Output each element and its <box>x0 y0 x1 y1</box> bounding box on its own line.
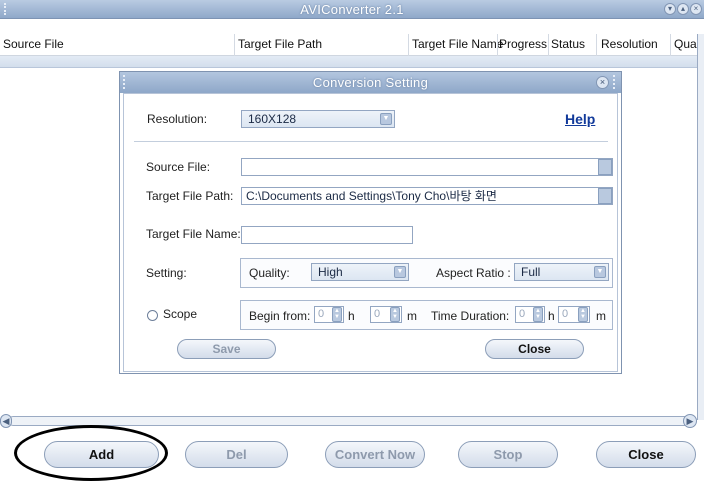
setting-label: Setting: <box>146 266 187 280</box>
minute-unit: m <box>596 309 606 323</box>
setting-group: Quality: High ▼ Aspect Ratio : Full ▼ <box>240 258 613 288</box>
aspect-ratio-value: Full <box>521 265 541 279</box>
source-file-field[interactable] <box>241 158 613 176</box>
scroll-right-icon[interactable]: ▶ <box>683 414 697 428</box>
table-first-row[interactable] <box>0 56 697 68</box>
divider <box>134 141 608 142</box>
target-path-field[interactable]: C:\Documents and Settings\Tony Cho\바탕 화면 <box>241 187 613 205</box>
quality-value: High <box>318 265 343 279</box>
begin-from-label: Begin from: <box>249 309 311 323</box>
scope-checkbox[interactable] <box>147 310 158 321</box>
target-name-field[interactable] <box>241 226 413 244</box>
col-source-file[interactable]: Source File <box>3 37 64 51</box>
dialog-close-icon[interactable]: × <box>596 76 609 89</box>
resolution-value: 160X128 <box>248 112 297 126</box>
col-divider <box>234 34 235 56</box>
dialog-grip <box>613 75 618 89</box>
dropdown-arrow-icon: ▼ <box>594 266 606 278</box>
col-target-file-name[interactable]: Target File Name <box>412 37 503 51</box>
maximize-icon[interactable]: ▴ <box>677 3 689 15</box>
stop-button[interactable]: Stop <box>458 441 558 468</box>
aspect-ratio-label: Aspect Ratio : <box>436 266 511 280</box>
window-title: AVIConverter 2.1 <box>300 2 404 17</box>
dialog-title-bar[interactable]: Conversion Setting × <box>120 72 621 93</box>
horizontal-scrollbar[interactable] <box>8 416 692 426</box>
source-file-label: Source File: <box>146 160 211 174</box>
resolution-select[interactable]: 160X128 ▼ <box>241 110 395 128</box>
scope-group: Begin from: 0 ▲ ▼ h 0 ▲ ▼ m Time Duration:… <box>240 300 613 330</box>
resolution-label: Resolution: <box>147 112 208 126</box>
col-quality[interactable]: Qua <box>674 37 697 51</box>
col-divider <box>408 34 409 56</box>
spinner-icon[interactable]: ▲ ▼ <box>533 307 543 322</box>
convert-now-button[interactable]: Convert Now <box>325 441 425 468</box>
col-progress[interactable]: Progress <box>499 37 547 51</box>
target-path-label: Target File Path: <box>146 189 234 203</box>
vertical-scrollbar[interactable] <box>697 34 704 420</box>
target-name-label: Target File Name: <box>146 227 241 241</box>
save-button[interactable]: Save <box>177 339 276 359</box>
spinner-icon[interactable]: ▲ ▼ <box>390 307 400 322</box>
table-header: Source File Target File Path Target File… <box>0 34 704 56</box>
help-link[interactable]: Help <box>565 111 595 127</box>
main-title-bar: AVIConverter 2.1 ▾ ▴ × <box>0 0 704 19</box>
col-target-file-path[interactable]: Target File Path <box>238 37 322 51</box>
minimize-icon[interactable]: ▾ <box>664 3 676 15</box>
scope-label: Scope <box>163 307 198 321</box>
hour-unit: h <box>348 309 355 323</box>
col-divider <box>596 34 597 56</box>
quality-label: Quality: <box>249 266 290 280</box>
minute-unit: m <box>407 309 417 323</box>
del-button[interactable]: Del <box>185 441 288 468</box>
hour-unit: h <box>548 309 555 323</box>
conversion-setting-dialog: Conversion Setting × Resolution: 160X128… <box>119 71 622 374</box>
col-status[interactable]: Status <box>551 37 585 51</box>
time-duration-label: Time Duration: <box>431 309 510 323</box>
dialog-title: Conversion Setting <box>312 75 429 90</box>
spinner-icon[interactable]: ▲ ▼ <box>578 307 588 322</box>
browse-target-button[interactable] <box>598 188 612 204</box>
dropdown-arrow-icon: ▼ <box>380 113 392 125</box>
scroll-left-icon[interactable]: ◀ <box>0 414 12 428</box>
dialog-body: Resolution: 160X128 ▼ Help Source File: … <box>123 93 618 372</box>
browse-source-button[interactable] <box>598 159 612 175</box>
col-resolution[interactable]: Resolution <box>601 37 658 51</box>
dialog-close-button[interactable]: Close <box>485 339 584 359</box>
highlight-circle <box>14 425 168 481</box>
quality-select[interactable]: High ▼ <box>311 263 409 281</box>
dropdown-arrow-icon: ▼ <box>394 266 406 278</box>
close-window-icon[interactable]: × <box>690 3 702 15</box>
aspect-ratio-select[interactable]: Full ▼ <box>514 263 609 281</box>
col-divider <box>548 34 549 56</box>
spinner-icon[interactable]: ▲ ▼ <box>332 307 342 322</box>
close-button[interactable]: Close <box>596 441 696 468</box>
col-divider <box>670 34 671 56</box>
col-divider <box>497 34 498 56</box>
